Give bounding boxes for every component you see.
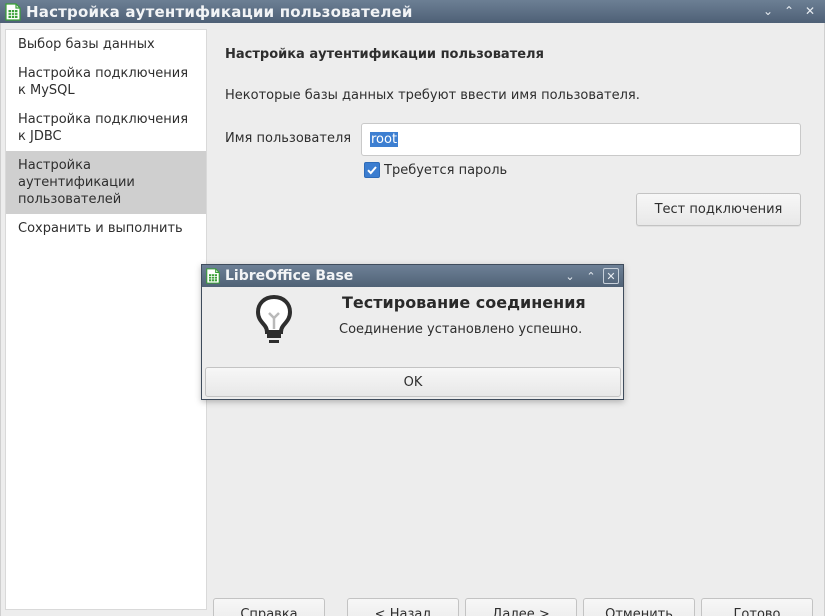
step-label: Выбор базы данных	[18, 37, 155, 52]
checkbox-checked-icon[interactable]	[364, 162, 380, 178]
step-save-and-proceed[interactable]: Сохранить и выполнить	[6, 214, 206, 243]
step-select-database[interactable]: Выбор базы данных	[6, 30, 206, 59]
lightbulb-icon	[254, 293, 294, 349]
window-title: Настройка аутентификации пользователей	[26, 2, 413, 21]
dialog-heading: Тестирование соединения	[342, 293, 586, 312]
wizard-steps-sidebar: Выбор базы данных Настройка подключения …	[5, 29, 207, 610]
step-label: Настройка аутентификации пользователей	[18, 158, 135, 207]
back-button[interactable]: < Назад	[347, 598, 459, 616]
close-icon[interactable]: ✕	[603, 268, 619, 284]
step-label: Сохранить и выполнить	[18, 221, 183, 236]
maximize-icon[interactable]: ⌃	[582, 267, 600, 285]
maximize-icon[interactable]: ⌃	[780, 2, 798, 20]
dialog-title: LibreOffice Base	[225, 268, 354, 284]
step-mysql-connection[interactable]: Настройка подключения к MySQL	[6, 59, 206, 105]
step-label: Настройка подключения к JDBC	[18, 112, 189, 144]
minimize-icon[interactable]: ⌄	[561, 267, 579, 285]
password-required-checkbox[interactable]: Требуется пароль	[364, 162, 507, 178]
help-button[interactable]: Справка	[213, 598, 325, 616]
dialog-message: Соединение установлено успешно.	[339, 322, 583, 337]
test-connection-dialog: LibreOffice Base ⌄ ⌃ ✕ Тестирование соед…	[201, 264, 624, 400]
minimize-icon[interactable]: ⌄	[759, 2, 777, 20]
ok-button[interactable]: OK	[205, 367, 621, 397]
username-input[interactable]: root	[361, 123, 801, 156]
step-label: Настройка подключения к MySQL	[18, 66, 189, 98]
libreoffice-base-app-icon	[4, 2, 22, 21]
finish-button[interactable]: Готово	[701, 598, 813, 616]
dialog-titlebar[interactable]: LibreOffice Base ⌄ ⌃ ✕	[202, 265, 623, 287]
password-required-label: Требуется пароль	[384, 162, 508, 178]
libreoffice-base-app-icon	[205, 268, 221, 284]
username-label: Имя пользователя	[225, 131, 352, 146]
cancel-button[interactable]: Отменить	[583, 598, 695, 616]
test-connection-button[interactable]: Тест подключения	[636, 193, 801, 226]
step-user-authentication[interactable]: Настройка аутентификации пользователей	[6, 151, 206, 214]
step-jdbc-connection[interactable]: Настройка подключения к JDBC	[6, 105, 206, 151]
close-icon[interactable]: ✕	[801, 2, 819, 20]
window-titlebar[interactable]: Настройка аутентификации пользователей ⌄…	[0, 0, 825, 23]
info-text: Некоторые базы данных требуют ввести имя…	[225, 88, 640, 103]
section-title: Настройка аутентификации пользователя	[225, 47, 544, 62]
username-value: root	[370, 132, 399, 147]
next-button[interactable]: Далее >	[465, 598, 577, 616]
